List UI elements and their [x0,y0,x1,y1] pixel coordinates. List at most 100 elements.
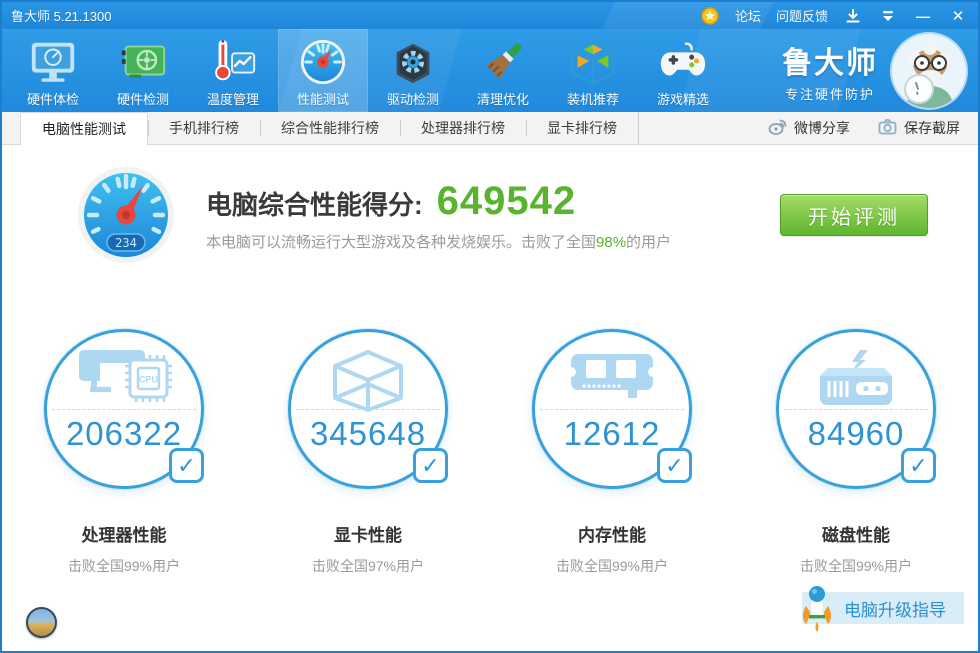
upgrade-guide-button[interactable]: 电脑升级指导 [802,586,964,632]
toolbar-item-build-recommend[interactable]: 装机推荐 [548,29,638,112]
gpu-beat-label: 击败全国97%用户 [311,558,425,574]
disk-benchmark-label: 磁盘性能 [822,526,890,545]
toolbar-item-game-select[interactable]: 游戏精选 [638,29,728,112]
download-icon[interactable] [843,7,863,25]
memory-score-circle: 12612 ✓ [532,329,692,489]
forum-link[interactable]: 论坛 [735,6,761,25]
cpu-checkbox[interactable]: ✓ [169,448,204,483]
memory-checkbox[interactable]: ✓ [657,448,692,483]
corner-badge-icon[interactable] [26,607,57,638]
toolbar-label: 温度管理 [206,91,259,107]
weibo-share-button[interactable]: 微博分享 [768,118,850,138]
toolbar-label: 驱动检测 [386,91,439,107]
gpu-card-icon [117,36,169,88]
gpu-score-circle: 345648 ✓ [288,329,448,489]
brand-area: 鲁大师 专注硬件防护 [782,29,978,112]
divider-dashed [784,409,928,410]
check-icon: ✓ [909,452,928,478]
score-desc-prefix: 本电脑可以流畅运行大型游戏及各种发烧娱乐。击败了全国 [206,233,597,251]
cpu-score-circle: CPU 206322 ✓ [44,329,204,489]
tab-label: 电脑性能测试 [42,121,126,137]
toolbar-item-driver-detect[interactable]: 驱动检测 [368,29,458,112]
gear-hexagon-icon [387,36,439,88]
brand-slogan: 专注硬件防护 [784,87,875,102]
score-title: 电脑综合性能得分: [206,189,423,220]
cube-icon [567,36,619,88]
toolbar-item-hardware-detect[interactable]: 硬件检测 [98,29,188,112]
minimize-button[interactable]: — [913,7,933,25]
benchmark-disk: 84960 ✓ 磁盘性能 击败全国99%用户 [776,329,936,576]
gpu-cube-icon [291,348,445,412]
toolbar-item-performance-test[interactable]: 性能测试 [278,29,368,112]
disk-score-circle: 84960 ✓ [776,329,936,489]
score-desc-percent: 98% [596,233,627,251]
score-gauge-icon: 234 [76,165,176,265]
disk-drive-icon [779,348,933,412]
mascot-avatar [892,33,966,108]
skin-menu-icon[interactable] [878,7,898,25]
window-title: 鲁大师 5.21.1300 [11,9,112,24]
gpu-checkbox[interactable]: ✓ [413,448,448,483]
thermometer-chart-icon [207,36,259,88]
tab-pc-performance-test[interactable]: 电脑性能测试 [20,112,148,145]
check-icon: ✓ [177,452,196,478]
tab-label: 处理器排行榜 [421,120,505,136]
medal-icon[interactable] [700,6,720,25]
app-window: 鲁大师 5.21.1300 论坛 问题反馈 — ✕ 硬件体检 硬件检测 温度管理… [0,0,980,653]
camera-icon [878,118,897,138]
weibo-share-label: 微博分享 [794,120,850,136]
toolbar-item-hardware-checkup[interactable]: 硬件体检 [8,29,98,112]
brand-name: 鲁大师 [782,47,878,80]
brush-icon [477,36,529,88]
toolbar-label: 装机推荐 [566,91,619,107]
monitor-scan-icon [27,36,79,88]
disk-beat-label: 击败全国99%用户 [799,558,913,574]
overall-score-section: 234 电脑综合性能得分: 649542 本电脑可以流畅运行大型游戏及各种发烧娱… [2,145,978,265]
weibo-icon [768,118,787,138]
start-benchmark-button[interactable]: 开始评测 [780,194,928,236]
gauge-value: 234 [115,236,137,250]
title-bar: 鲁大师 5.21.1300 论坛 问题反馈 — ✕ [2,2,978,29]
divider-dashed [540,409,684,410]
rocket-icon [798,582,836,634]
check-icon: ✓ [665,452,684,478]
memory-benchmark-label: 内存性能 [578,526,646,545]
memory-beat-label: 击败全国99%用户 [555,558,669,574]
toolbar-label: 硬件检测 [116,91,169,107]
cpu-monitor-icon: CPU [47,348,201,410]
check-icon: ✓ [421,452,440,478]
score-desc-suffix: 的用户 [626,233,672,251]
save-screenshot-label: 保存截屏 [904,120,960,136]
benchmark-cpu: CPU 206322 ✓ 处理器性能 击败全国99%用户 [44,329,204,576]
tab-phone-ranking[interactable]: 手机排行榜 [148,112,260,144]
cpu-benchmark-label: 处理器性能 [81,526,167,545]
toolbar-label: 性能测试 [296,91,349,107]
toolbar-label: 硬件体检 [26,91,79,107]
toolbar-label: 清理优化 [476,91,529,107]
speedometer-icon [297,36,349,88]
toolbar-item-temperature[interactable]: 温度管理 [188,29,278,112]
cpu-beat-label: 击败全国99%用户 [67,558,181,574]
tab-label: 手机排行榜 [169,120,239,136]
save-screenshot-button[interactable]: 保存截屏 [878,118,960,138]
close-button[interactable]: ✕ [948,7,968,25]
tab-gpu-ranking[interactable]: 显卡排行榜 [526,112,639,144]
score-description: 本电脑可以流畅运行大型游戏及各种发烧娱乐。击败了全国98%的用户 [206,231,671,252]
tab-overall-ranking[interactable]: 综合性能排行榜 [260,112,400,144]
gamepad-icon [657,36,709,88]
ram-stick-icon [535,348,689,410]
overall-score-value: 649542 [436,178,577,223]
tab-cpu-ranking[interactable]: 处理器排行榜 [400,112,526,144]
divider-dashed [296,409,440,410]
divider-dashed [52,409,196,410]
benchmark-memory: 12612 ✓ 内存性能 击败全国99%用户 [532,329,692,576]
disk-checkbox[interactable]: ✓ [901,448,936,483]
feedback-link[interactable]: 问题反馈 [776,6,828,25]
tab-label: 显卡排行榜 [547,120,617,136]
upgrade-guide-label: 电脑升级指导 [844,600,946,620]
tab-label: 综合性能排行榜 [281,120,379,136]
tab-bar: 电脑性能测试 手机排行榜 综合性能排行榜 处理器排行榜 显卡排行榜 微博分享 保… [2,112,978,145]
benchmark-row: CPU 206322 ✓ 处理器性能 击败全国99%用户 345648 ✓ 显卡… [2,329,978,576]
toolbar-item-clean-optimize[interactable]: 清理优化 [458,29,548,112]
gpu-benchmark-label: 显卡性能 [334,526,402,545]
